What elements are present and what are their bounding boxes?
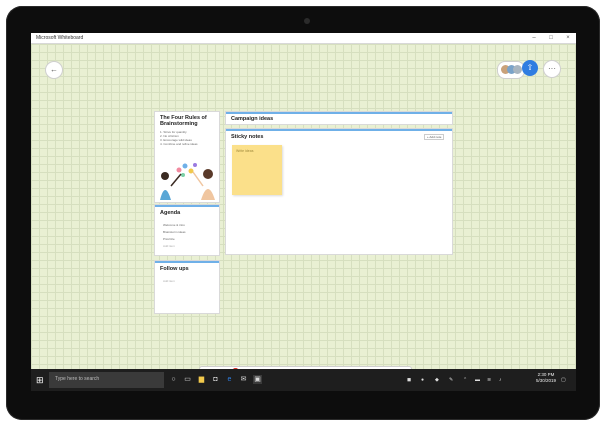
- whiteboard-canvas[interactable]: ← ⇧ ··· The Four Rules of Brainstorming …: [31, 44, 576, 386]
- rules-title: The Four Rules of Brainstorming: [160, 115, 207, 127]
- rule-item: 4. Combine and refine ideas: [160, 142, 198, 146]
- back-arrow-icon: ←: [50, 65, 58, 74]
- agenda-add-item[interactable]: Add item: [163, 244, 175, 248]
- cortana-icon[interactable]: ○: [169, 375, 178, 384]
- camera: [304, 18, 310, 24]
- search-placeholder: Type here to search: [55, 376, 100, 382]
- mail-icon[interactable]: ✉: [239, 375, 248, 384]
- close-button[interactable]: ×: [562, 33, 574, 43]
- battery-icon: ▬: [475, 377, 480, 383]
- sticky-note-text: Write ideas: [236, 149, 254, 153]
- followups-title: Follow ups: [160, 266, 189, 272]
- volume-icon[interactable]: ♪: [499, 376, 502, 384]
- taskbar-clock[interactable]: 2:30 PM 5/30/2019: [536, 372, 556, 384]
- sticky-note[interactable]: Write ideas: [232, 145, 282, 195]
- app-tray-icon[interactable]: ◼: [407, 376, 411, 384]
- pen-tray-icon[interactable]: ✎: [449, 376, 453, 384]
- rules-card[interactable]: The Four Rules of Brainstorming 1. Striv…: [154, 111, 220, 203]
- agenda-item[interactable]: Welcome & intro: [163, 223, 185, 227]
- followups-card[interactable]: Follow ups Add item: [154, 260, 220, 314]
- taskbar-search[interactable]: Type here to search: [49, 372, 164, 388]
- agenda-card[interactable]: Agenda Welcome & intro Brainstorm ideas …: [154, 204, 220, 256]
- maximize-button[interactable]: □: [545, 33, 557, 43]
- more-icon: ···: [548, 64, 556, 73]
- back-button[interactable]: ←: [45, 61, 63, 79]
- settings-button[interactable]: ···: [543, 60, 561, 78]
- store-icon[interactable]: ◘: [211, 375, 220, 384]
- agenda-item[interactable]: Prioritize: [163, 237, 175, 241]
- title-bar: Microsoft Whiteboard – □ ×: [31, 33, 576, 44]
- app-tray-icon[interactable]: ●: [421, 376, 424, 384]
- campaign-card[interactable]: Campaign ideas: [225, 111, 453, 125]
- action-center-icon[interactable]: ▢: [561, 376, 566, 384]
- wifi-icon[interactable]: ≋: [487, 376, 491, 384]
- minimize-button[interactable]: –: [528, 33, 540, 43]
- card-accent: [155, 261, 219, 263]
- share-button[interactable]: ⇧: [522, 60, 538, 76]
- card-accent: [226, 129, 452, 131]
- window-title: Microsoft Whiteboard: [36, 35, 84, 41]
- share-icon: ⇧: [526, 63, 534, 72]
- windows-start-icon[interactable]: ⊞: [36, 375, 46, 385]
- followups-add-item[interactable]: Add item: [163, 279, 175, 283]
- participants[interactable]: [497, 61, 525, 79]
- agenda-title: Agenda: [160, 210, 181, 216]
- app-tray-icon[interactable]: ◆: [435, 376, 439, 384]
- edge-icon[interactable]: e: [225, 375, 234, 384]
- sticky-notes-title: Sticky notes: [231, 134, 264, 140]
- add-note-button[interactable]: + Add note: [424, 134, 445, 140]
- agenda-item[interactable]: Brainstorm ideas: [163, 230, 186, 234]
- avatar: [513, 65, 522, 74]
- whiteboard-app-icon[interactable]: ▣: [253, 375, 262, 384]
- file-explorer-icon[interactable]: ▆: [197, 375, 206, 384]
- clock-date: 5/30/2019: [535, 378, 556, 383]
- campaign-title: Campaign ideas: [231, 116, 274, 122]
- brainstorm-illustration: [160, 163, 215, 200]
- task-view-icon[interactable]: ▭: [183, 375, 192, 384]
- card-accent: [155, 205, 219, 207]
- card-accent: [226, 112, 452, 114]
- sticky-notes-card[interactable]: Sticky notes + Add note Write ideas: [225, 128, 453, 255]
- taskbar: ⊞ Type here to search ○ ▭ ▆ ◘ e ✉ ▣ ◼ ● …: [31, 369, 576, 391]
- screen: Microsoft Whiteboard – □ × ← ⇧ ··· The F…: [31, 33, 576, 391]
- people-tray-icon[interactable]: ⌃: [463, 376, 467, 384]
